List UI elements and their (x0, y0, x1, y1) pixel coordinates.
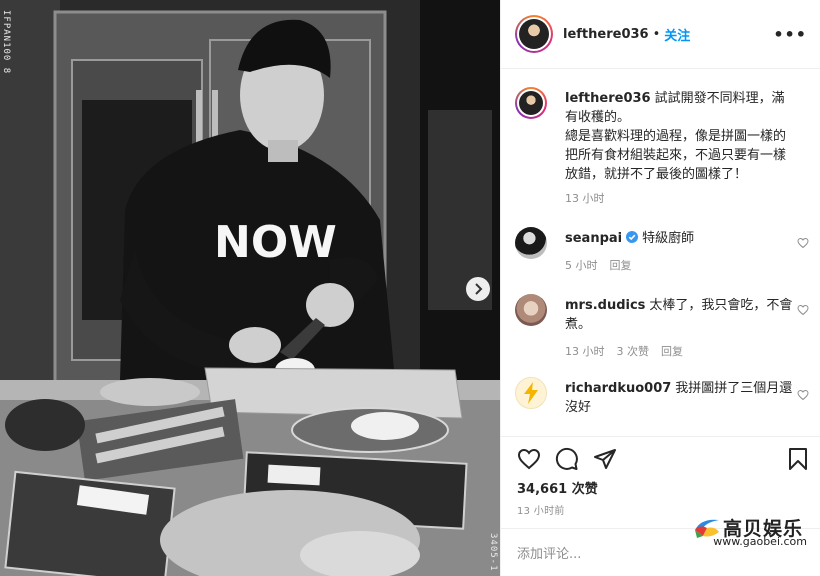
author-avatar[interactable] (515, 15, 553, 53)
comment-meta: 5 小时 回复 (565, 257, 632, 273)
photo-scene: NOW (0, 0, 500, 576)
post-side-panel: lefthere036 • 关注 ••• lefthere036 試試開發不同料理… (500, 0, 820, 576)
comment-time[interactable]: 13 小时 (565, 343, 605, 359)
comment-avatar[interactable] (515, 227, 547, 259)
film-edge-code-right: 3405-1 (488, 533, 498, 572)
caption-time[interactable]: 13 小时 (565, 190, 605, 206)
film-edge-code-left: IFPAN100 8 (1, 10, 11, 75)
author-username[interactable]: lefthere036 (563, 27, 649, 42)
more-options-icon[interactable]: ••• (773, 25, 807, 44)
post-photo: NOW IFPAN100 8 3405-1 (0, 0, 500, 576)
likes-count[interactable]: 34,661 次赞 (517, 478, 598, 497)
comments-list[interactable]: lefthere036 試試開發不同料理，滿有收穫的。 總是喜歡料理的過程，像是拼… (501, 69, 820, 436)
reply-button[interactable]: 回复 (661, 343, 683, 359)
reply-button[interactable]: 回复 (610, 257, 632, 273)
header-separator: • (652, 26, 661, 42)
comment-username[interactable]: richardkuo007 (565, 381, 671, 396)
caption-body: lefthere036 試試開發不同料理，滿有收穫的。 總是喜歡料理的過程，像是拼… (565, 89, 795, 184)
caption-text-line2: 總是喜歡料理的過程，像是拼圖一樣的把所有食材組裝起來，不過只要有一樣放錯，就拼不… (565, 129, 787, 182)
comment-time[interactable]: 5 小时 (565, 257, 598, 273)
comment-body: richardkuo007 我拼圖拼了三個月還沒好 (565, 379, 795, 417)
caption-avatar[interactable] (515, 87, 547, 119)
chevron-right-icon (475, 283, 483, 295)
comment-username[interactable]: seanpai (565, 231, 622, 246)
caption-username[interactable]: lefthere036 (565, 91, 651, 106)
share-icon[interactable] (593, 447, 617, 471)
post-actions: 34,661 次赞 13 小时前 (501, 436, 820, 517)
comment-likes-count[interactable]: 3 次赞 (617, 343, 650, 359)
comment-text: 特級廚師 (642, 231, 695, 246)
action-icons (517, 447, 617, 471)
comment-username[interactable]: mrs.dudics (565, 298, 645, 313)
verified-badge-icon (626, 231, 639, 243)
comment-like-icon[interactable] (797, 389, 809, 401)
follow-button[interactable]: 关注 (664, 25, 690, 44)
shirt-text: NOW (214, 217, 337, 268)
comment-avatar[interactable] (515, 294, 547, 326)
bookmark-icon[interactable] (786, 447, 810, 471)
post-time[interactable]: 13 小时前 (517, 502, 565, 517)
comment-body: mrs.dudics 太棒了，我只會吃，不會煮。 (565, 296, 795, 334)
post-header: lefthere036 • 关注 ••• (501, 0, 820, 69)
caption-meta: 13 小时 (565, 190, 605, 206)
instagram-post: NOW IFPAN100 8 3405-1 lefthere036 • 关注 •… (0, 0, 820, 576)
watermark-url: www.gaobei.com (713, 535, 807, 548)
heart-icon[interactable] (517, 447, 541, 471)
lightning-icon (524, 382, 538, 404)
comment-like-icon[interactable] (797, 237, 809, 249)
comment-body: seanpai 特級廚師 (565, 229, 795, 248)
comment-avatar[interactable] (515, 377, 547, 409)
comment-meta: 13 小时 3 次赞 回复 (565, 343, 683, 359)
next-photo-button[interactable] (466, 277, 490, 301)
comment-icon[interactable] (555, 447, 579, 471)
comment-like-icon[interactable] (797, 304, 809, 316)
